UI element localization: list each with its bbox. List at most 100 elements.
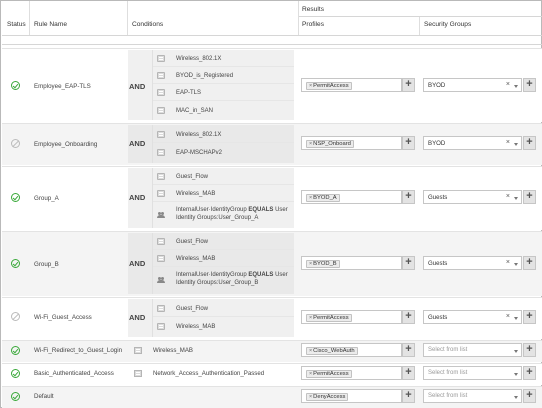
profile-select[interactable]: ×DenyAccess [301, 389, 402, 403]
profile-select[interactable]: ×PermitAccess [301, 78, 402, 92]
condition[interactable]: EAP-TLS [153, 84, 294, 101]
chevron-down-icon[interactable] [514, 197, 518, 200]
condition[interactable]: InternalUser·IdentityGroup EQUALS User Id… [153, 267, 294, 294]
add-security-group-button[interactable]: + [523, 343, 536, 357]
condition-label[interactable]: Wireless_MAB [153, 347, 193, 354]
add-profile-button[interactable]: + [402, 190, 415, 204]
header-separator [127, 1, 128, 35]
condition[interactable]: Wireless_MAB [153, 185, 294, 202]
clear-icon[interactable]: × [506, 259, 510, 266]
add-profile-button[interactable]: + [402, 366, 415, 380]
condition[interactable]: Wireless_MAB [153, 250, 294, 267]
profile-tag[interactable]: ×BYOD_A [306, 193, 340, 202]
remove-tag-icon[interactable]: × [309, 348, 312, 354]
profile-select[interactable]: ×PermitAccess [301, 366, 402, 380]
security-group-select[interactable]: Guests × [423, 256, 522, 270]
chevron-down-icon[interactable] [514, 317, 518, 320]
profile-tag[interactable]: ×NSP_Onboard [306, 139, 354, 148]
chevron-down-icon[interactable] [514, 143, 518, 146]
profile-tag[interactable]: ×PermitAccess [306, 81, 352, 90]
clear-icon[interactable]: × [506, 193, 510, 200]
security-group-select[interactable]: BYOD × [423, 78, 522, 92]
rule-name[interactable]: Default [34, 393, 54, 400]
profile-tag[interactable]: ×BYOD_B [306, 259, 340, 268]
condition[interactable]: Wireless_MAB [153, 317, 294, 337]
security-group-select[interactable]: Select from list [423, 366, 522, 380]
condition-label: EAP-MSCHAPv2 [176, 150, 223, 156]
conditions-panel: Wireless_802.1X EAP-MSCHAPv2 [153, 125, 294, 163]
profile-tag[interactable]: ×PermitAccess [306, 369, 352, 378]
condition[interactable]: Wireless_802.1X [153, 50, 294, 67]
add-profile-button[interactable]: + [402, 310, 415, 324]
rule-name[interactable]: Wi-Fi_Guest_Access [34, 314, 92, 321]
remove-tag-icon[interactable]: × [309, 371, 312, 377]
add-profile-button[interactable]: + [402, 136, 415, 150]
add-profile-button[interactable]: + [402, 256, 415, 270]
remove-tag-icon[interactable]: × [309, 315, 312, 321]
profile-select[interactable]: ×BYOD_B [301, 256, 402, 270]
profile-select[interactable]: ×PermitAccess [301, 310, 402, 324]
enabled-status-icon[interactable] [11, 346, 20, 355]
enabled-status-icon[interactable] [11, 81, 20, 90]
condition[interactable]: Guest_Flow [153, 168, 294, 185]
enabled-status-icon[interactable] [11, 369, 20, 378]
rule-name[interactable]: Wi-Fi_Redirect_to_Guest_Login [34, 347, 122, 354]
disabled-status-icon[interactable] [11, 312, 20, 321]
profile-tag[interactable]: ×Cisco_WebAuth [306, 346, 358, 355]
add-profile-button[interactable]: + [402, 343, 415, 357]
add-security-group-button[interactable]: + [523, 310, 536, 324]
condition[interactable]: MAC_in_SAN [153, 101, 294, 120]
rule-name[interactable]: Group_A [34, 195, 59, 202]
remove-tag-icon[interactable]: × [309, 195, 312, 201]
add-security-group-button[interactable]: + [523, 256, 536, 270]
add-security-group-button[interactable]: + [523, 389, 536, 403]
enabled-status-icon[interactable] [11, 392, 20, 401]
security-group-select[interactable]: Select from list [423, 389, 522, 403]
condition[interactable]: InternalUser·IdentityGroup EQUALS User Id… [153, 202, 294, 228]
chevron-down-icon[interactable] [514, 350, 518, 353]
condition[interactable]: Wireless_802.1X [153, 125, 294, 143]
add-security-group-button[interactable]: + [523, 136, 536, 150]
security-group-value: BYOD [428, 82, 446, 89]
chevron-down-icon[interactable] [514, 373, 518, 376]
security-group-select[interactable]: Guests × [423, 190, 522, 204]
chevron-down-icon[interactable] [514, 263, 518, 266]
condition-label[interactable]: Network_Access_Authentication_Passed [153, 370, 264, 377]
condition[interactable]: BYOD_is_Registered [153, 67, 294, 84]
security-group-select[interactable]: Guests × [423, 310, 522, 324]
condition[interactable]: Guest_Flow [153, 233, 294, 250]
chevron-down-icon[interactable] [514, 85, 518, 88]
profile-select[interactable]: ×BYOD_A [301, 190, 402, 204]
clear-icon[interactable]: × [506, 313, 510, 320]
rule-name[interactable]: Basic_Authenticated_Access [34, 370, 114, 377]
condition[interactable]: EAP-MSCHAPv2 [153, 143, 294, 163]
add-security-group-button[interactable]: + [523, 78, 536, 92]
add-security-group-button[interactable]: + [523, 190, 536, 204]
condition-icon [157, 238, 165, 245]
add-profile-button[interactable]: + [402, 78, 415, 92]
profile-tag[interactable]: ×PermitAccess [306, 313, 352, 322]
remove-tag-icon[interactable]: × [309, 261, 312, 267]
and-operator: AND [129, 259, 146, 268]
add-profile-button[interactable]: + [402, 389, 415, 403]
enabled-status-icon[interactable] [11, 259, 20, 268]
remove-tag-icon[interactable]: × [309, 83, 312, 89]
remove-tag-icon[interactable]: × [309, 394, 312, 400]
clear-icon[interactable]: × [506, 139, 510, 146]
remove-tag-icon[interactable]: × [309, 141, 312, 147]
security-group-select[interactable]: Select from list [423, 343, 522, 357]
enabled-status-icon[interactable] [11, 193, 20, 202]
rule-name[interactable]: Employee_Onboarding [34, 141, 97, 148]
rule-name[interactable]: Employee_EAP-TLS [34, 83, 91, 90]
chevron-down-icon[interactable] [514, 396, 518, 399]
security-group-select[interactable]: BYOD × [423, 136, 522, 150]
rule-name[interactable]: Group_B [34, 261, 59, 268]
condition[interactable]: Guest_Flow [153, 299, 294, 317]
profile-select[interactable]: ×NSP_Onboard [301, 136, 402, 150]
clear-icon[interactable]: × [506, 81, 510, 88]
add-security-group-button[interactable]: + [523, 366, 536, 380]
disabled-status-icon[interactable] [11, 139, 20, 148]
profile-tag[interactable]: ×DenyAccess [306, 392, 349, 401]
profile-value: PermitAccess [313, 370, 349, 377]
profile-select[interactable]: ×Cisco_WebAuth [301, 343, 402, 357]
